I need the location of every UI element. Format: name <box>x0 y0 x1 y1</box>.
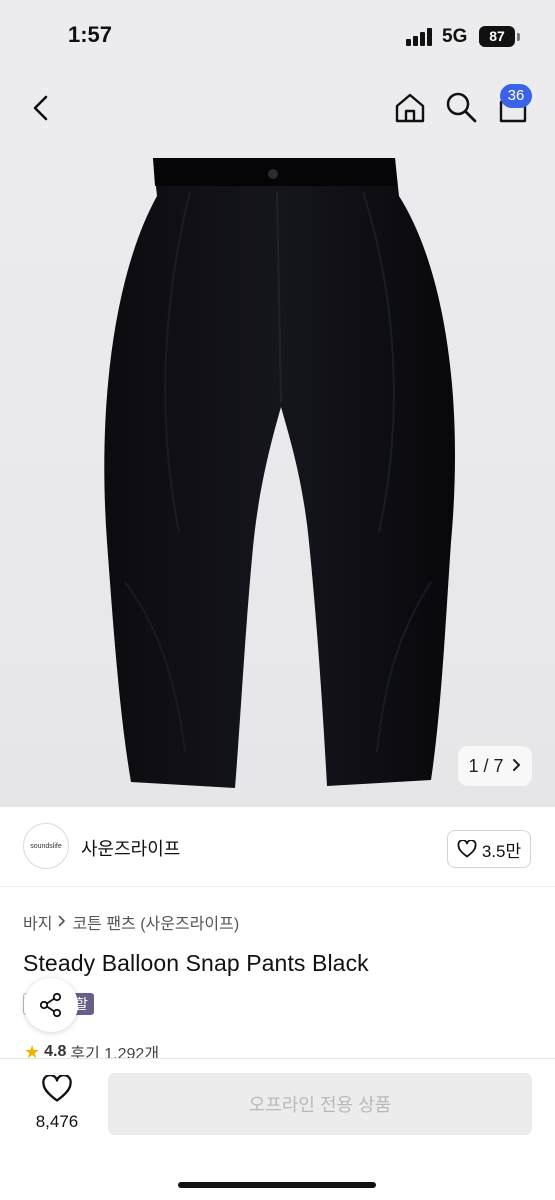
bottom-action-bar: 8,476 오프라인 전용 상품 <box>0 1058 555 1200</box>
breadcrumb-item-category[interactable]: 바지 <box>23 910 52 934</box>
back-icon[interactable] <box>26 92 58 124</box>
battery-tip <box>517 33 520 41</box>
heart-icon <box>457 840 477 858</box>
chevron-right-icon <box>512 756 522 777</box>
seller-name[interactable]: 사운즈라이프 <box>81 835 180 861</box>
seller-row[interactable]: soundslife 사운즈라이프 3.5만 <box>0 807 555 887</box>
wishlist-count: 8,476 <box>35 1112 79 1131</box>
share-button[interactable] <box>24 978 78 1032</box>
heart-icon <box>42 1073 72 1102</box>
product-photo-pants <box>104 158 456 788</box>
search-icon[interactable] <box>444 90 478 124</box>
breadcrumb: 바지 코튼 팬츠 (사운즈라이프) <box>23 910 239 934</box>
share-icon <box>39 992 62 1018</box>
image-counter-text: 1 / 7 <box>468 755 504 776</box>
status-bar: 1:57 5G 87 <box>0 0 555 70</box>
chevron-right-icon <box>58 914 66 930</box>
like-count: 3.5만 <box>481 841 522 861</box>
status-time: 1:57 <box>68 22 113 47</box>
cart-count-badge: 36 <box>500 84 532 108</box>
signal-icon <box>406 28 434 46</box>
wishlist-button[interactable]: 8,476 <box>28 1073 86 1132</box>
battery-icon: 87 <box>479 26 515 47</box>
breadcrumb-item-subcategory[interactable]: 코튼 팬츠 (사운즈라이프) <box>72 910 239 934</box>
like-button[interactable]: 3.5만 <box>447 830 531 868</box>
image-counter[interactable]: 1 / 7 <box>458 746 532 786</box>
offline-only-button[interactable]: 오프라인 전용 상품 <box>108 1073 532 1135</box>
product-title: Steady Balloon Snap Pants Black <box>23 950 369 976</box>
home-indicator <box>178 1182 376 1188</box>
seller-logo[interactable]: soundslife <box>23 823 69 869</box>
network-label: 5G <box>442 26 468 47</box>
home-icon[interactable] <box>392 90 428 126</box>
product-image-gallery[interactable]: 36 1 / 7 <box>0 70 555 807</box>
